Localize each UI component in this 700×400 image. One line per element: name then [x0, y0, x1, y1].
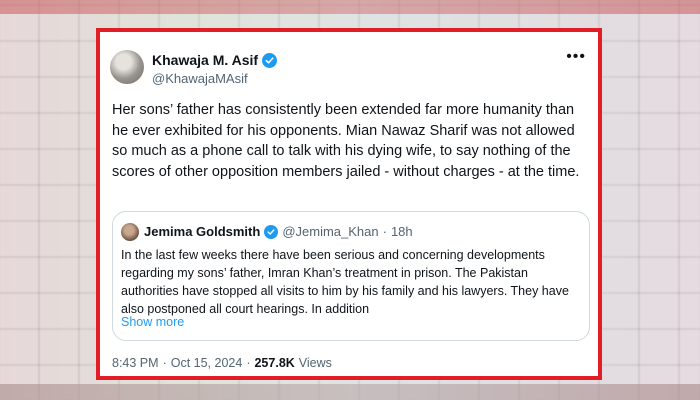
quoted-author-handle: @Jemima_Khan — [282, 224, 379, 239]
quoted-author-avatar — [121, 223, 139, 241]
author-avatar[interactable] — [110, 50, 144, 84]
show-more-link[interactable]: Show more — [121, 315, 184, 329]
tweet-time[interactable]: 8:43 PM — [112, 356, 159, 370]
background-top-band — [0, 0, 700, 14]
meta-separator: · — [162, 356, 167, 370]
quoted-verified-badge-icon — [264, 224, 279, 239]
quoted-tweet-header: Jemima Goldsmith @Jemima_Khan · 18h — [144, 224, 413, 239]
quoted-separator: · — [382, 224, 387, 239]
tweet-date[interactable]: Oct 15, 2024 — [171, 356, 243, 370]
views-count: 257.8K — [254, 356, 295, 370]
views-label: Views — [298, 356, 332, 370]
highlight-frame: Khawaja M. Asif @KhawajaMAsif ••• Her so… — [96, 28, 602, 380]
author-handle[interactable]: @KhawajaMAsif — [152, 71, 248, 86]
background-bottom-band — [0, 384, 700, 400]
tweet-text: Her sons’ father has consistently been e… — [112, 102, 580, 180]
author-name[interactable]: Khawaja M. Asif — [152, 52, 258, 68]
tweet-card[interactable]: Khawaja M. Asif @KhawajaMAsif ••• Her so… — [100, 32, 598, 376]
author-name-row: Khawaja M. Asif — [152, 52, 278, 68]
tweet-meta: 8:43 PM · Oct 15, 2024 · 257.8K Views — [112, 356, 332, 370]
quoted-tweet[interactable]: Jemima Goldsmith @Jemima_Khan · 18h In t… — [112, 211, 590, 341]
verified-badge-icon — [262, 52, 278, 68]
quoted-tweet-age: 18h — [390, 224, 413, 239]
quoted-tweet-text: In the last few weeks there have been se… — [121, 248, 569, 316]
more-options-icon[interactable]: ••• — [566, 49, 586, 65]
quoted-author-name: Jemima Goldsmith — [144, 224, 261, 239]
meta-separator: · — [246, 356, 251, 370]
